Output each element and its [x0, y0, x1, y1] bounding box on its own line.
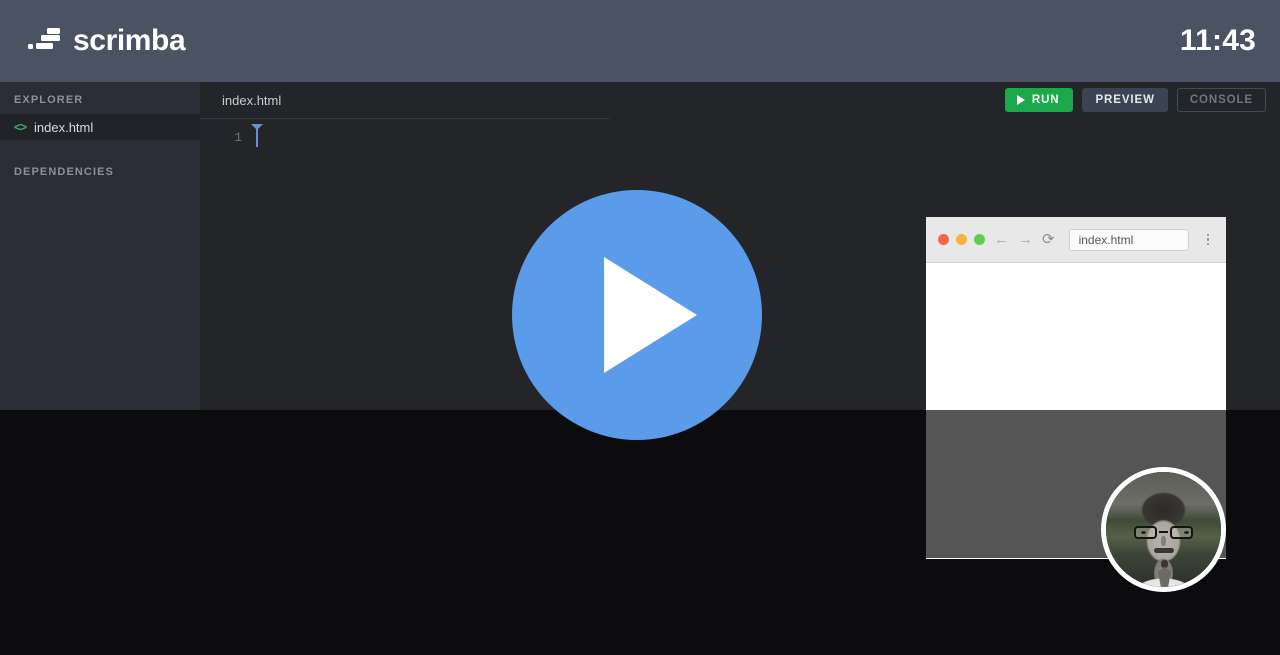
kebab-menu-icon[interactable]: [1200, 233, 1216, 246]
minimize-dot[interactable]: [956, 234, 967, 245]
console-button-label: CONSOLE: [1189, 94, 1253, 106]
arrow-left-icon[interactable]: ←: [994, 232, 1009, 247]
close-dot[interactable]: [938, 234, 949, 245]
console-button[interactable]: CONSOLE: [1176, 88, 1266, 112]
play-button[interactable]: [512, 190, 762, 440]
presenter-avatar: [1101, 467, 1226, 592]
play-icon: [1016, 95, 1025, 105]
sidebar-item-label: index.html: [34, 119, 94, 135]
preview-button-label: PREVIEW: [1095, 94, 1155, 106]
arrow-right-icon[interactable]: →: [1018, 232, 1033, 247]
sidebar-explorer-title: EXPLORER: [14, 94, 84, 106]
text-caret-icon: [256, 128, 258, 147]
scrimba-app-window: scrimba 11:43 EXPLORER <> index.html DEP…: [0, 0, 1280, 655]
avatar-moustache: [1154, 548, 1174, 553]
top-header-bar: scrimba 11:43: [0, 0, 1280, 82]
line-number: 1: [234, 130, 242, 145]
clock: 11:43: [1179, 24, 1256, 57]
code-file-icon: <>: [14, 120, 27, 134]
url-bar-value: index.html: [1078, 232, 1134, 247]
avatar-soul-patch: [1161, 560, 1168, 568]
reload-icon[interactable]: ⟳: [1042, 232, 1055, 247]
avatar-eye-left: [1141, 531, 1146, 534]
preview-content-area: [926, 263, 1226, 410]
brand-name: scrimba: [73, 24, 186, 57]
maximize-dot[interactable]: [974, 234, 985, 245]
avatar-eye-right: [1184, 531, 1189, 534]
preview-browser-chrome: ← → ⟳ index.html: [926, 217, 1226, 263]
editor-action-buttons: RUN PREVIEW CONSOLE: [1004, 88, 1266, 112]
sidebar-dependencies-title: DEPENDENCIES: [14, 166, 114, 178]
url-bar[interactable]: index.html: [1068, 228, 1189, 251]
scrimba-logo-icon: [28, 28, 60, 53]
play-icon: [603, 257, 697, 373]
sidebar-item-index-html[interactable]: <> index.html: [0, 114, 200, 140]
brand-logo[interactable]: scrimba: [28, 24, 186, 58]
preview-button[interactable]: PREVIEW: [1082, 88, 1168, 112]
editor-tab-bar: index.html RUN PREVIEW CONSOLE: [200, 82, 1280, 119]
editor-tab-index-html[interactable]: index.html: [222, 93, 281, 108]
run-button-label: RUN: [1031, 94, 1060, 106]
run-button[interactable]: RUN: [1004, 88, 1074, 112]
sidebar: EXPLORER <> index.html DEPENDENCIES: [0, 82, 200, 410]
